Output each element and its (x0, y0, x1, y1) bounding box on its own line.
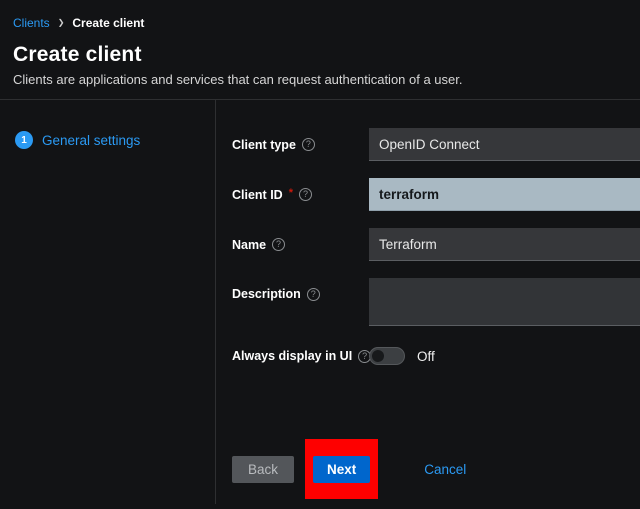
client-type-label: Client type (232, 137, 296, 152)
description-row: Description ? (232, 278, 640, 326)
breadcrumb-current: Create client (72, 16, 145, 30)
always-display-label: Always display in UI (232, 349, 353, 363)
client-type-row: Client type ? (232, 128, 640, 161)
wizard-nav: 1 General settings (0, 100, 216, 504)
description-control (369, 278, 640, 326)
client-id-help-icon[interactable]: ? (298, 188, 312, 201)
step-label: General settings (42, 132, 141, 148)
wizard-step-general-settings[interactable]: 1 General settings (15, 131, 215, 149)
always-display-toggle[interactable] (369, 347, 405, 365)
page-subtitle: Clients are applications and services th… (13, 72, 463, 87)
description-label: Description (232, 287, 301, 301)
name-help-icon[interactable]: ? (272, 238, 286, 251)
always-display-label-group: Always display in UI ? (232, 349, 372, 363)
always-display-state: Off (417, 348, 435, 364)
breadcrumb-chevron-icon: ❯ (57, 18, 65, 27)
name-label: Name (232, 237, 267, 252)
create-client-page: Clients ❯ Create client Create client Cl… (0, 0, 640, 509)
content: 1 General settings Client type ? Client … (0, 100, 640, 504)
required-indicator: * (288, 186, 293, 199)
description-textarea[interactable] (369, 278, 640, 326)
page-title: Create client (13, 43, 142, 66)
client-id-label-group: Client ID * ? (232, 178, 369, 211)
next-button[interactable]: Next (313, 456, 371, 483)
client-id-input[interactable] (369, 178, 640, 211)
annotation-highlight-box: Next (305, 439, 379, 499)
name-row: Name ? (232, 228, 640, 261)
cancel-link[interactable]: Cancel (424, 462, 466, 477)
client-id-control (369, 178, 640, 211)
name-label-group: Name ? (232, 228, 369, 261)
description-label-group: Description ? (232, 278, 369, 326)
name-control (369, 228, 640, 261)
toggle-knob (372, 350, 384, 362)
breadcrumb: Clients ❯ Create client (0, 0, 640, 30)
client-id-row: Client ID * ? (232, 178, 640, 211)
client-type-label-group: Client type ? (232, 128, 369, 161)
breadcrumb-clients-link[interactable]: Clients (13, 16, 50, 30)
general-settings-form: Client type ? Client ID * ? (216, 100, 640, 504)
always-display-control: Off (369, 347, 640, 365)
description-help-icon[interactable]: ? (306, 288, 320, 301)
wizard-footer: Back Next Cancel (232, 439, 640, 499)
client-type-help-icon[interactable]: ? (301, 138, 315, 151)
step-number-badge: 1 (15, 131, 33, 149)
name-input[interactable] (369, 228, 640, 261)
client-type-control (369, 128, 640, 161)
back-button[interactable]: Back (232, 455, 295, 483)
always-display-row: Always display in UI ? Off (232, 347, 640, 365)
client-id-label: Client ID (232, 187, 283, 202)
client-type-select[interactable] (369, 128, 640, 161)
